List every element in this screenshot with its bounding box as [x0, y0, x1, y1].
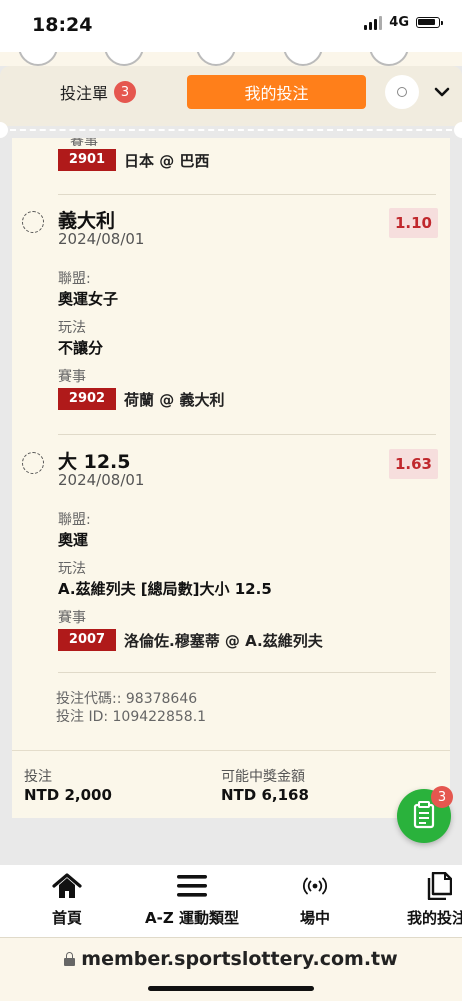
- selection-name: 義大利: [58, 210, 116, 232]
- status-indicators: 4G: [364, 15, 443, 30]
- divider: [58, 672, 436, 673]
- settings-button[interactable]: [385, 75, 419, 109]
- betslip-header: 投注單 3 我的投注: [0, 66, 462, 126]
- menu-icon: [177, 875, 207, 897]
- event-code: 2007: [58, 629, 116, 651]
- nav-my-bets[interactable]: 我的投注: [400, 871, 462, 928]
- nav-label: A-Z 運動類型: [145, 909, 239, 927]
- signal-icon: [364, 15, 383, 30]
- payout-value: NTD 6,168: [221, 786, 309, 804]
- home-indicator[interactable]: [148, 986, 314, 991]
- selection-name: 大 12.5: [58, 451, 131, 473]
- bet-id: 投注 ID: 109422858.1: [56, 709, 207, 725]
- event-code: 2902: [58, 388, 116, 410]
- nav-label: 我的投注: [407, 909, 462, 927]
- tab-betslip[interactable]: 投注單 3: [60, 80, 137, 104]
- browser-address-bar[interactable]: member.sportslottery.com.tw: [0, 937, 462, 1001]
- lock-icon: [64, 952, 76, 966]
- odds-badge: 1.63: [388, 449, 438, 479]
- filter-circle[interactable]: [196, 52, 236, 66]
- market-value: A.茲維列夫 [總局數]大小 12.5: [58, 580, 272, 598]
- status-time: 18:24: [32, 14, 93, 36]
- filter-circle[interactable]: [104, 52, 144, 66]
- battery-icon: [416, 17, 443, 28]
- event-label-cut: 賽事: [70, 138, 98, 146]
- league-value: 奧運: [58, 531, 89, 549]
- nav-label: 首頁: [51, 909, 82, 927]
- bet-totals: 投注 NTD 2,000 可能中獎金額 NTD 6,168: [12, 750, 450, 819]
- market-value: 不讓分: [58, 339, 104, 357]
- odds-badge: 1.10: [388, 208, 438, 238]
- league-label: 聯盟:: [58, 271, 91, 287]
- filter-circle[interactable]: [283, 52, 323, 66]
- market-label: 玩法: [58, 561, 86, 577]
- nav-home[interactable]: 首頁: [42, 871, 92, 928]
- bet-ticket: 賽事 2901 日本 @ 巴西 義大利 2024/08/01 1.10 聯盟: …: [12, 138, 450, 818]
- scrolled-filter-row: [0, 52, 462, 66]
- stake-label: 投注: [24, 769, 52, 785]
- tab-betslip-label: 投注單: [60, 84, 109, 103]
- divider: [58, 194, 436, 195]
- divider: [58, 434, 436, 435]
- nav-sports-az[interactable]: A-Z 運動類型: [132, 871, 252, 928]
- event-name: 荷蘭 @ 義大利: [124, 390, 225, 409]
- network-type: 4G: [389, 15, 409, 30]
- ticket-perforation: [0, 122, 462, 138]
- selection-item: 大 12.5 2024/08/01 1.63 聯盟: 奧運 玩法 A.茲維列夫 …: [12, 447, 450, 657]
- event-code: 2901: [58, 149, 116, 171]
- bottom-nav: 首頁 A-Z 運動類型 場中 我的投注: [0, 865, 462, 937]
- event-label: 賽事: [58, 610, 86, 626]
- market-label: 玩法: [58, 320, 86, 336]
- filter-circle[interactable]: [18, 52, 58, 66]
- selection-radio[interactable]: [22, 452, 44, 474]
- league-value: 奧運女子: [58, 290, 119, 308]
- selection-date: 2024/08/01: [58, 471, 145, 489]
- league-label: 聯盟:: [58, 512, 91, 528]
- nav-label: 場中: [299, 909, 330, 927]
- nav-live[interactable]: 場中: [290, 871, 340, 928]
- live-icon: [303, 877, 327, 895]
- payout-label: 可能中獎金額: [221, 769, 305, 785]
- event-label: 賽事: [58, 369, 86, 385]
- top-event: 2901 日本 @ 巴西: [58, 149, 209, 171]
- filter-circle[interactable]: [369, 52, 409, 66]
- home-icon: [52, 873, 82, 898]
- event-row: 2902 荷蘭 @ 義大利: [58, 388, 224, 410]
- gear-icon: [397, 87, 407, 97]
- event-name: 日本 @ 巴西: [124, 151, 210, 170]
- bet-code: 投注代碼:: 98378646: [56, 691, 198, 707]
- stake-value: NTD 2,000: [24, 786, 112, 804]
- chevron-down-icon[interactable]: [432, 82, 452, 102]
- url-text: member.sportslottery.com.tw: [81, 948, 398, 970]
- stake-block: 投注 NTD 2,000: [24, 769, 112, 805]
- selection-date: 2024/08/01: [58, 230, 145, 248]
- event-row: 2007 洛倫佐.穆塞蒂 @ A.茲維列夫: [58, 629, 323, 651]
- selection-item: 義大利 2024/08/01 1.10 聯盟: 奧運女子 玩法 不讓分 賽事 2…: [12, 206, 450, 416]
- copy-icon: [427, 872, 452, 900]
- url-display[interactable]: member.sportslottery.com.tw: [0, 948, 462, 970]
- fab-count-badge: 3: [431, 786, 453, 808]
- selection-radio[interactable]: [22, 211, 44, 233]
- bet-identifiers: 投注代碼:: 98378646 投注 ID: 109422858.1: [56, 690, 206, 726]
- status-bar: 18:24 4G: [0, 0, 462, 52]
- tab-my-bets[interactable]: 我的投注: [187, 75, 366, 109]
- payout-block: 可能中獎金額 NTD 6,168: [221, 769, 309, 805]
- betslip-count-badge: 3: [114, 81, 137, 103]
- event-name: 洛倫佐.穆塞蒂 @ A.茲維列夫: [124, 631, 323, 650]
